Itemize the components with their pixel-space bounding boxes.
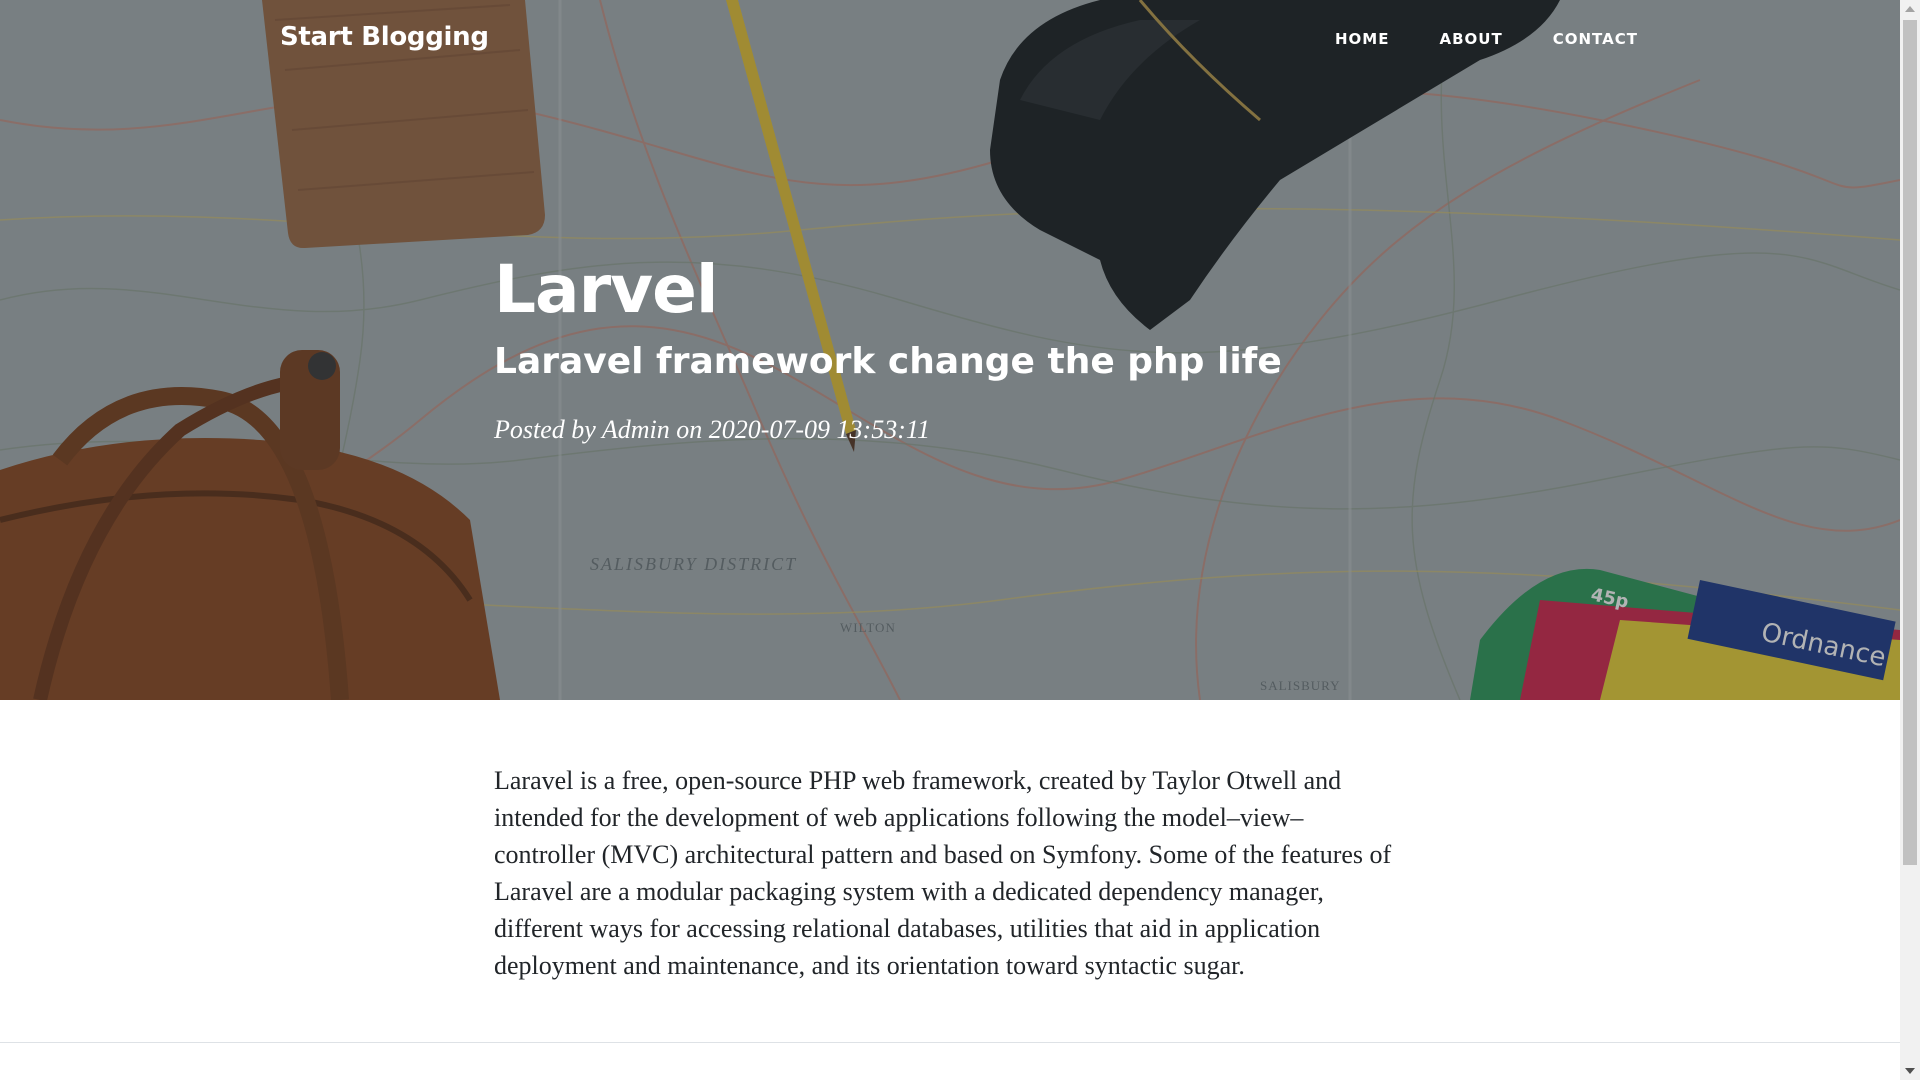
nav-link-contact[interactable]: CONTACT: [1528, 30, 1663, 48]
post-meta: Posted by Admin on 2020-07-09 13:53:11: [494, 414, 1494, 446]
post-subtitle: Laravel framework change the php life: [494, 341, 1282, 382]
scroll-up-arrow-icon[interactable]: [1900, 0, 1920, 18]
nav-links: HOME ABOUT CONTACT: [1310, 30, 1663, 48]
scroll-down-arrow-icon[interactable]: [1900, 1062, 1920, 1080]
post-title: Larvel: [494, 251, 719, 328]
page-scrollbar[interactable]: [1900, 0, 1920, 1080]
post-meta-prefix: Posted by: [494, 415, 596, 444]
scrollbar-thumb[interactable]: [1903, 20, 1917, 865]
post-heading: Larvel Laravel framework change the php …: [494, 250, 1494, 446]
post-date: 2020-07-09 13:53:11: [708, 415, 930, 444]
post-article: Laravel is a free, open-source PHP web f…: [494, 762, 1394, 984]
content-divider: [0, 1042, 1900, 1043]
brand-logo-link[interactable]: Start Blogging: [280, 22, 489, 52]
post-meta-on: on: [676, 415, 703, 444]
nav-link-home[interactable]: HOME: [1310, 30, 1414, 48]
post-body-paragraph: Laravel is a free, open-source PHP web f…: [494, 766, 1392, 980]
post-header-hero: SALISBURY DISTRICT WILTON SALISBURY 45p …: [0, 0, 1900, 700]
nav-link-about[interactable]: ABOUT: [1414, 30, 1527, 48]
post-author-link[interactable]: Admin: [602, 415, 670, 444]
page: SALISBURY DISTRICT WILTON SALISBURY 45p …: [0, 0, 1900, 1080]
main-navbar: Start Blogging HOME ABOUT CONTACT: [0, 0, 1900, 84]
